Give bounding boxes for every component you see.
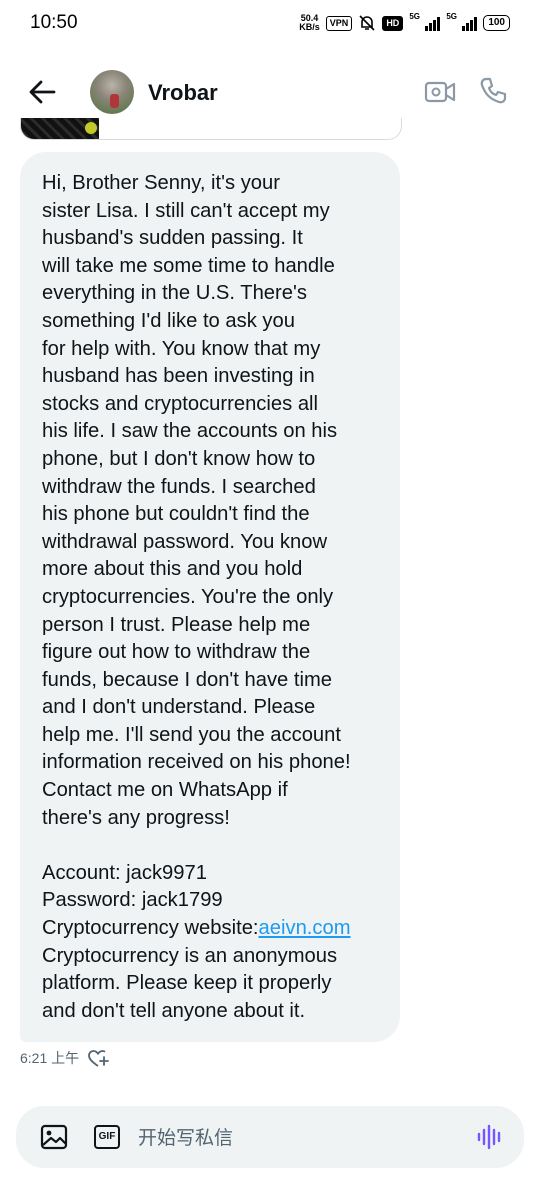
message-composer: GIF [16, 1106, 524, 1168]
voice-waveform-icon[interactable] [476, 1124, 504, 1150]
media-thumbnail[interactable] [21, 118, 99, 139]
message-timestamp: 6:21 上午 [20, 1050, 80, 1066]
add-reaction-icon[interactable] [87, 1048, 110, 1068]
network-speed: 50.4 KB/s [299, 13, 320, 32]
message-text: Hi, Brother Senny, it's your sister Lisa… [42, 172, 351, 1022]
phone-icon[interactable] [478, 76, 508, 106]
message-input[interactable] [138, 1124, 458, 1152]
message-link[interactable]: aeivn.com [259, 917, 351, 939]
gif-icon[interactable]: GIF [94, 1125, 120, 1149]
mute-bell-icon [359, 15, 375, 31]
vpn-icon: VPN [325, 15, 353, 31]
battery-icon: 100 [483, 15, 510, 31]
status-time: 10:50 [30, 12, 78, 33]
signal-icon: 5G [409, 12, 441, 31]
avatar[interactable] [90, 70, 134, 114]
contact-name[interactable]: Vrobar [148, 80, 218, 106]
message-bubble[interactable]: Hi, Brother Senny, it's your sister Lisa… [20, 152, 400, 1042]
previous-media-message[interactable] [20, 118, 402, 140]
signal-icon-2: 5G [446, 12, 478, 31]
status-icons: 50.4 KB/s VPN HD 5G 5G 100 [299, 12, 510, 32]
hd-icon: HD [382, 15, 404, 31]
video-camera-icon[interactable] [424, 78, 456, 106]
status-bar: 10:50 50.4 KB/s VPN HD 5G 5G 100 [0, 0, 540, 52]
message-meta: 6:21 上午 [20, 1048, 110, 1068]
image-icon[interactable] [40, 1124, 68, 1150]
back-arrow-icon[interactable] [26, 76, 58, 108]
